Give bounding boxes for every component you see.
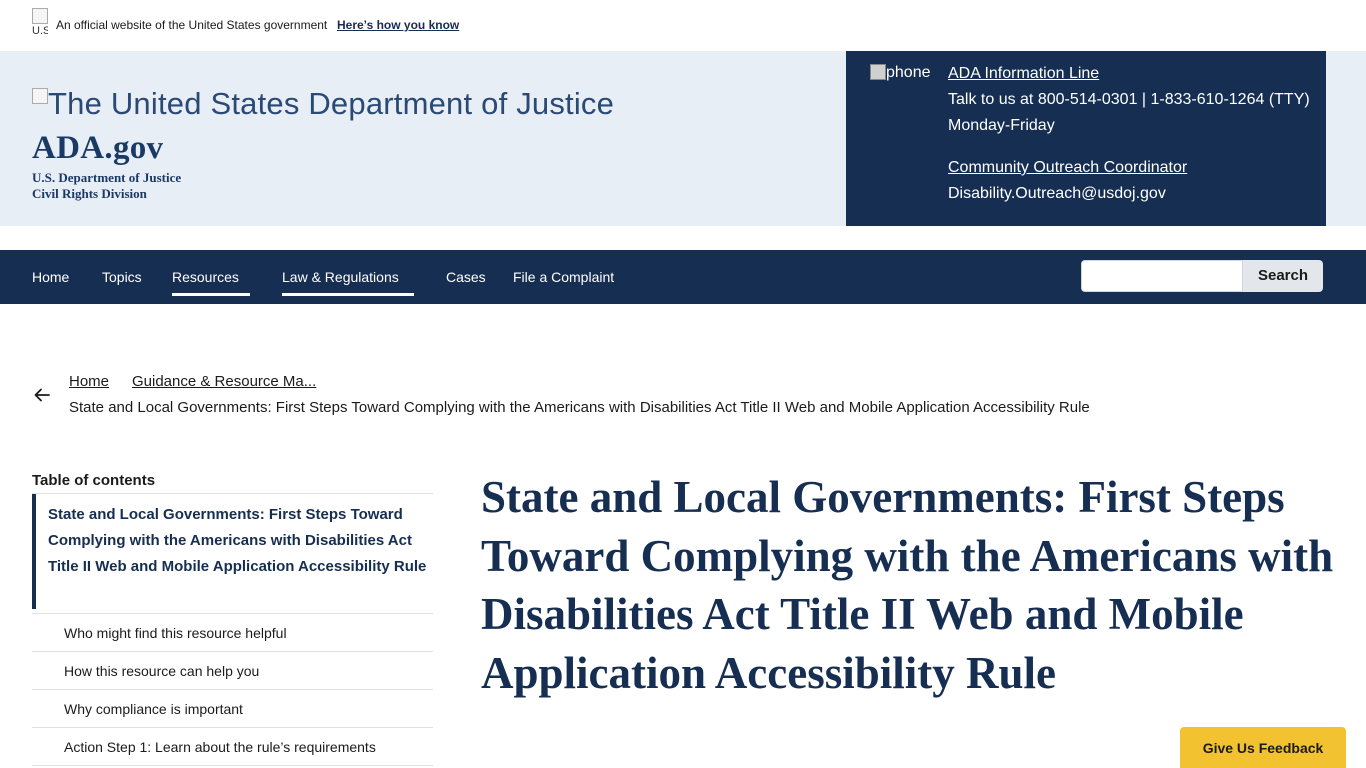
outreach-email: Disability.Outreach@usdoj.gov <box>948 185 1166 202</box>
toc-divider <box>32 689 433 690</box>
search-button[interactable]: Search <box>1243 260 1323 292</box>
toc-item[interactable]: Why compliance is important <box>64 701 243 717</box>
toc-current-item[interactable]: State and Local Governments: First Steps… <box>32 494 433 609</box>
toc-item[interactable]: Who might find this resource helpful <box>64 625 287 641</box>
breadcrumb-current: State and Local Governments: First Steps… <box>69 399 1090 416</box>
ada-info-line-link[interactable]: ADA Information Line <box>948 65 1099 82</box>
info-line-phone: Talk to us at 800-514-0301 | 1-833-610-1… <box>948 91 1310 108</box>
heres-how-you-know-link[interactable]: Here’s how you know <box>337 18 459 32</box>
site-title[interactable]: ADA.gov <box>32 130 163 167</box>
nav-item-file-complaint[interactable]: File a Complaint <box>513 250 614 304</box>
breadcrumb-guidance[interactable]: Guidance & Resource Ma... <box>132 373 316 390</box>
page-title: State and Local Governments: First Steps… <box>481 472 1334 698</box>
nav-item-home[interactable]: Home <box>32 250 69 304</box>
toc-divider <box>32 613 433 614</box>
breadcrumb-home[interactable]: Home <box>69 373 109 390</box>
nav-item-cases[interactable]: Cases <box>446 250 486 304</box>
phone-icon: phone <box>870 63 931 83</box>
site-subtitle: U.S. Department of Justice Civil Rights … <box>32 170 182 201</box>
broken-image-icon <box>32 88 48 104</box>
toc-title: Table of contents <box>32 472 156 489</box>
gov-banner: U.S. flag An official website of the Uni… <box>0 0 1366 51</box>
toc-divider <box>32 727 433 728</box>
info-line-hours: Monday-Friday <box>948 117 1055 134</box>
search-input[interactable] <box>1081 260 1243 292</box>
nav-item-law-regulations[interactable]: Law & Regulations <box>282 250 414 304</box>
active-underline <box>172 293 250 296</box>
gov-banner-text: An official website of the United States… <box>56 18 328 32</box>
give-feedback-button[interactable]: Give Us Feedback <box>1180 727 1346 768</box>
doj-logo[interactable]: The United States Department of Justice <box>32 84 614 124</box>
back-arrow-icon[interactable] <box>33 386 51 404</box>
community-outreach-link[interactable]: Community Outreach Coordinator <box>948 159 1187 176</box>
nav-item-resources[interactable]: Resources <box>172 250 250 304</box>
nav-item-topics[interactable]: Topics <box>102 250 142 304</box>
toc-divider <box>32 651 433 652</box>
contact-box: phone ADA Information Line Talk to us at… <box>846 51 1326 226</box>
active-underline <box>282 293 414 296</box>
toc-divider <box>32 765 433 766</box>
us-flag-icon: U.S. flag <box>32 8 48 38</box>
toc-item[interactable]: Action Step 1: Learn about the rule’s re… <box>64 739 376 755</box>
toc-item[interactable]: How this resource can help you <box>64 663 259 679</box>
